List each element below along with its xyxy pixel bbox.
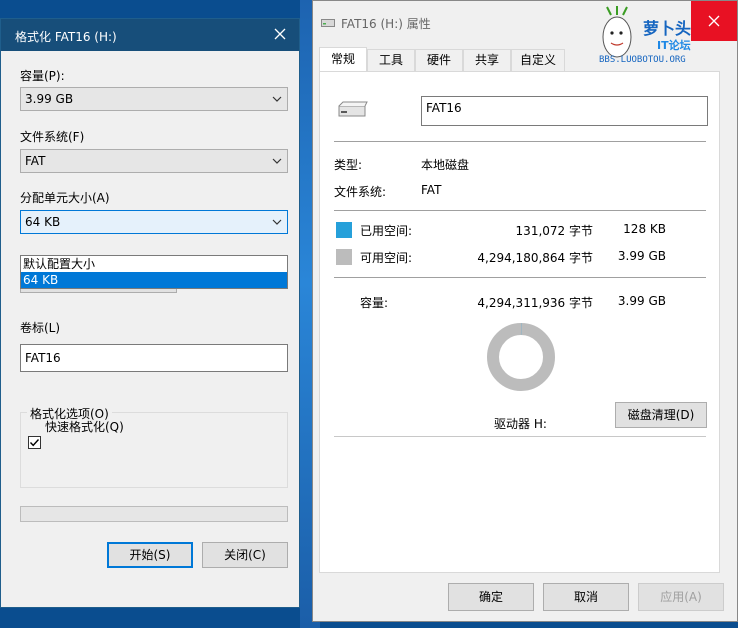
used-space-swatch [336,222,352,238]
drive-name-value: FAT16 [426,101,462,115]
free-space-bytes: 4,294,180,864 字节 [477,251,593,265]
drive-name-input[interactable]: FAT16 [421,96,708,126]
dropdown-option[interactable]: 默认配置大小 [21,256,287,272]
free-space-label: 可用空间: [360,251,413,265]
close-button[interactable] [691,1,737,41]
cancel-button[interactable]: 取消 [543,583,629,611]
general-tab-panel: FAT16 类型: 本地磁盘 文件系统: FAT 已用空间: 131,072 字… [319,71,720,573]
drive-letter-label: 驱动器 H: [494,417,547,431]
properties-dialog: FAT16 (H:) 属性 萝卜头 IT论坛 BBS.LUOBOTOU.ORG … [312,0,738,622]
tab-hardware[interactable]: 硬件 [415,49,463,71]
tab-sharing[interactable]: 共享 [463,49,511,71]
used-space-bytes: 131,072 字节 [515,224,593,238]
drive-large-icon [336,100,368,123]
divider [334,436,706,437]
filesystem-label: 文件系统: [334,185,387,199]
allocation-value: 64 KB [25,215,61,229]
volume-input[interactable]: FAT16 [20,344,288,372]
filesystem-value: FAT [421,183,442,197]
properties-title: FAT16 (H:) 属性 [341,17,431,31]
dropdown-option-selected[interactable]: 64 KB [21,272,287,288]
divider [334,141,706,142]
type-label: 类型: [334,158,363,172]
tab-general[interactable]: 常规 [319,47,367,73]
filesystem-value: FAT [25,154,46,168]
watermark-sub: IT论坛 [657,39,691,52]
ok-button[interactable]: 确定 [448,583,534,611]
format-title: 格式化 FAT16 (H:) [15,30,117,44]
chevron-down-icon [271,155,283,167]
allocation-label: 分配单元大小(A) [20,191,110,205]
close-button[interactable]: 关闭(C) [202,542,288,568]
tab-tools[interactable]: 工具 [367,49,415,71]
free-space-swatch [336,249,352,265]
watermark-url: BBS.LUOBOTOU.ORG [599,55,686,65]
disk-cleanup-button[interactable]: 磁盘清理(D) [615,402,707,428]
capacity-size: 3.99 GB [617,294,666,308]
format-dialog: 格式化 FAT16 (H:) 容量(P): 3.99 GB 文件系统(F) FA… [0,18,300,608]
site-watermark: 萝卜头 IT论坛 BBS.LUOBOTOU.ORG [597,5,701,69]
tab-customize[interactable]: 自定义 [511,49,565,71]
allocation-dropdown: 默认配置大小 64 KB [20,255,288,289]
format-progress-bar [20,506,288,522]
format-titlebar: 格式化 FAT16 (H:) [1,19,299,51]
type-value: 本地磁盘 [421,158,470,172]
capacity-label: 容量: [360,296,389,310]
free-space-size: 3.99 GB [617,249,666,263]
used-space-size: 128 KB [623,222,666,236]
close-icon [708,15,720,27]
filesystem-label: 文件系统(F) [20,130,85,144]
volume-label: 卷标(L) [20,321,61,335]
watermark-brand: 萝卜头 [643,19,692,38]
drive-icon [321,17,335,27]
checkmark-icon [29,439,40,447]
capacity-value: 3.99 GB [25,92,74,106]
chevron-down-icon [271,93,283,105]
volume-value: FAT16 [25,351,61,365]
filesystem-select[interactable]: FAT [20,149,288,173]
capacity-bytes: 4,294,311,936 字节 [477,296,593,310]
quick-format-label[interactable]: 快速格式化(Q) [45,418,124,435]
capacity-label: 容量(P): [20,69,65,83]
free-space-ring [487,323,555,391]
allocation-select[interactable]: 64 KB [20,210,288,234]
divider [334,210,706,211]
quick-format-checkbox[interactable] [28,436,41,449]
used-space-label: 已用空间: [360,224,413,238]
divider [334,277,706,278]
capacity-select[interactable]: 3.99 GB [20,87,288,111]
usage-donut-chart [487,323,555,391]
apply-button[interactable]: 应用(A) [638,583,724,611]
chevron-down-icon [271,216,283,228]
start-button[interactable]: 开始(S) [107,542,193,568]
close-icon[interactable] [269,23,291,45]
